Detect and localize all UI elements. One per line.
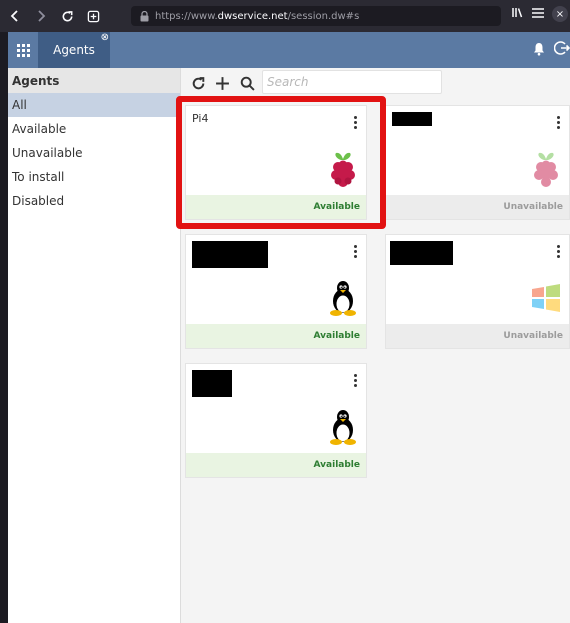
highlight-box	[176, 96, 386, 229]
reload-button[interactable]	[56, 5, 78, 27]
more-options-icon[interactable]	[354, 374, 358, 387]
browser-toolbar: https://www. dwservice.net/session.dw#s ×	[0, 0, 570, 32]
app-header: Agents ⊗	[8, 32, 570, 68]
sidebar-item-unavailable[interactable]: Unavailable	[8, 141, 180, 165]
sidebar-title: Agents	[8, 68, 180, 93]
tab-close-icon[interactable]: ⊗	[101, 32, 109, 43]
sidebar-item-to-install[interactable]: To install	[8, 165, 180, 189]
refresh-icon	[192, 76, 204, 89]
library-icon[interactable]	[512, 7, 524, 21]
agent-card[interactable]: Available	[185, 363, 367, 478]
add-agent-button[interactable]	[213, 74, 231, 92]
lock-icon	[137, 9, 151, 23]
back-button[interactable]	[4, 5, 26, 27]
address-bar[interactable]: https://www. dwservice.net/session.dw#s	[131, 6, 501, 26]
apps-grid-button[interactable]	[8, 32, 38, 68]
status-badge: Unavailable	[386, 324, 569, 348]
url-scheme: https://www.	[155, 10, 218, 22]
agents-toolbar	[181, 68, 570, 98]
redacted-name	[192, 241, 268, 268]
search-field[interactable]	[262, 70, 442, 94]
raspberry-pi-icon	[534, 152, 558, 187]
chevron-left-icon	[10, 10, 18, 22]
agent-card[interactable]: Unavailable	[385, 234, 570, 349]
hamburger-menu-icon[interactable]	[532, 7, 544, 21]
tab-agents-label: Agents	[53, 43, 95, 57]
linux-tux-icon	[330, 281, 356, 316]
forward-button[interactable]	[30, 5, 52, 27]
linux-tux-icon	[330, 410, 356, 445]
bell-icon[interactable]	[532, 41, 546, 60]
chevron-right-icon	[38, 10, 46, 22]
more-options-icon[interactable]	[557, 245, 561, 258]
search-icon	[240, 76, 255, 91]
sidebar-item-available[interactable]: Available	[8, 117, 180, 141]
reload-icon	[62, 10, 72, 21]
sidebar: Agents All Available Unavailable To inst…	[8, 68, 181, 623]
tab-agents[interactable]: Agents ⊗	[38, 32, 110, 68]
more-options-icon[interactable]	[354, 245, 358, 258]
url-host: dwservice.net	[217, 10, 288, 22]
more-options-icon[interactable]	[557, 116, 561, 129]
new-tab-button[interactable]	[82, 5, 104, 27]
close-icon[interactable]: ×	[552, 6, 568, 22]
redacted-name	[192, 370, 232, 397]
agent-card[interactable]: Unavailable	[385, 105, 570, 220]
search-input[interactable]	[263, 72, 441, 92]
url-path: /session.dw#s	[287, 10, 360, 22]
windows-icon	[532, 284, 560, 312]
grid-icon	[16, 43, 30, 57]
plus-icon	[215, 76, 229, 90]
redacted-name	[392, 112, 432, 126]
agent-card[interactable]: Available	[185, 234, 367, 349]
status-badge: Available	[186, 453, 366, 477]
status-badge: Unavailable	[386, 195, 569, 219]
sidebar-item-disabled[interactable]: Disabled	[8, 189, 180, 213]
redacted-name	[390, 241, 453, 265]
add-box-icon	[87, 10, 99, 22]
logout-icon[interactable]	[553, 40, 570, 60]
sidebar-item-all[interactable]: All	[8, 93, 180, 117]
status-badge: Available	[186, 324, 366, 348]
search-button[interactable]	[238, 74, 256, 92]
refresh-button[interactable]	[189, 74, 207, 92]
